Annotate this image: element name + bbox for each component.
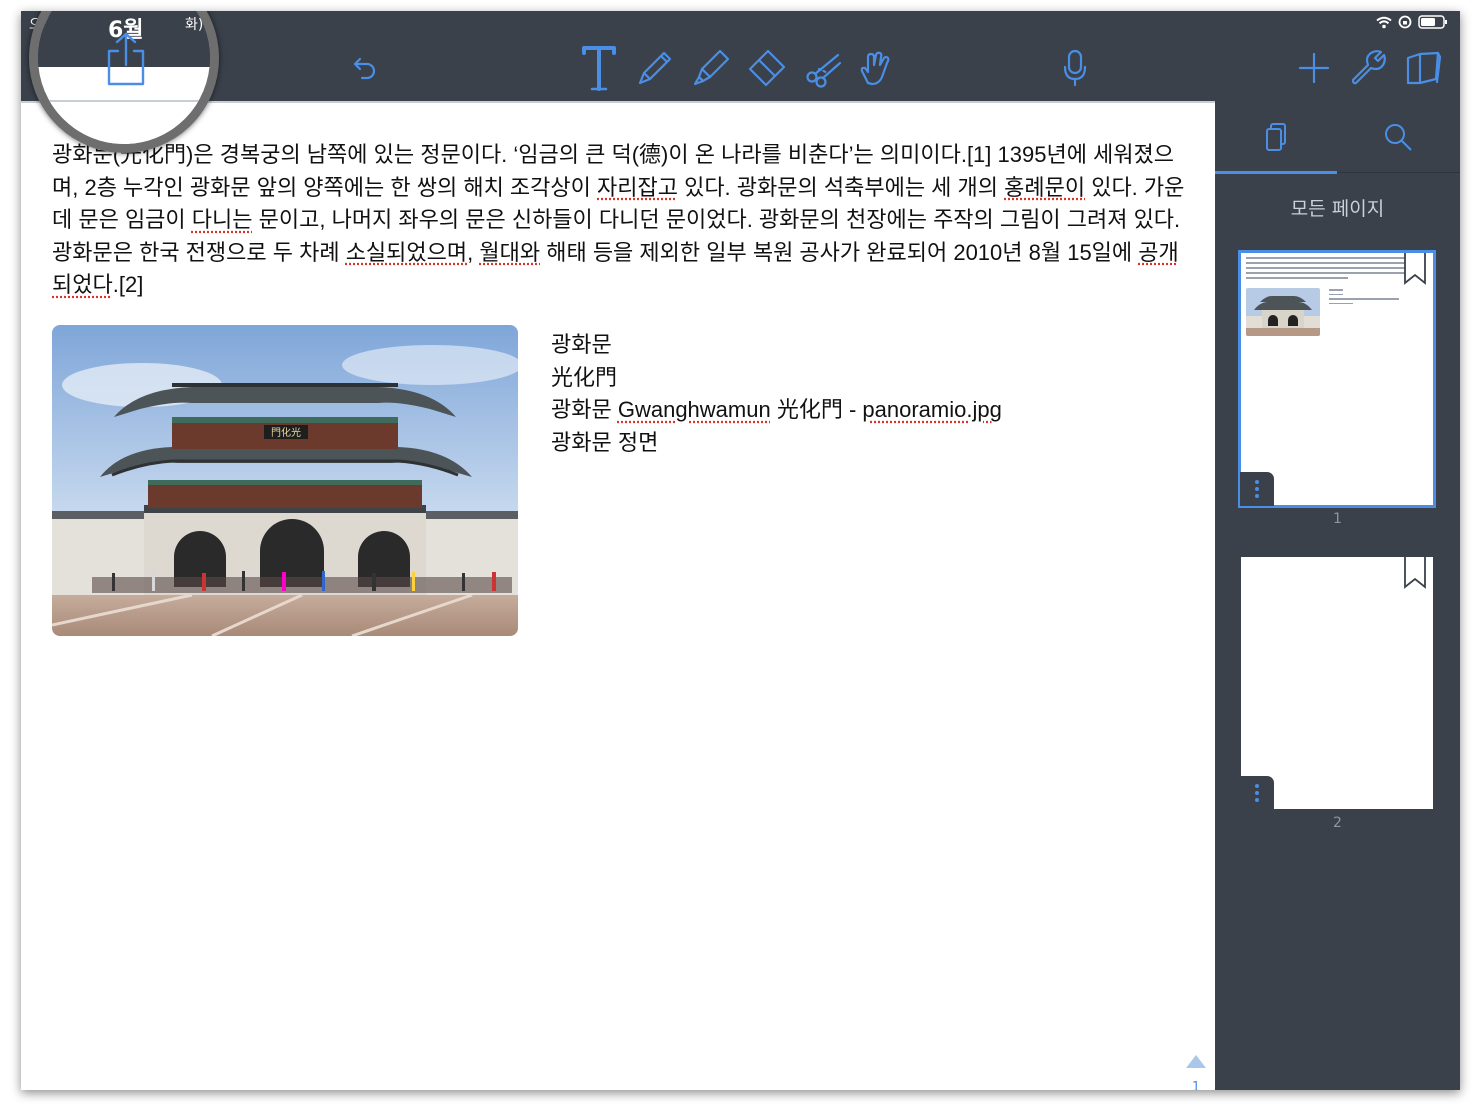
magnifier-divider bbox=[38, 100, 210, 102]
thumbnail-caption-preview bbox=[1329, 289, 1399, 307]
status-bar: 오후 bbox=[21, 11, 1460, 35]
ipad-screen: 오후 bbox=[21, 11, 1460, 1090]
caption-line-3: 광화문 Gwanghwamun 光化門 - panoramio.jpg bbox=[551, 394, 1002, 427]
thumbnail-menu-button[interactable] bbox=[1240, 776, 1274, 810]
book-icon bbox=[1406, 51, 1442, 85]
wifi-icon bbox=[1376, 16, 1392, 28]
share-icon bbox=[107, 32, 145, 86]
caption-line-3-word-a: Gwanghwamun bbox=[617, 397, 771, 422]
toolbar bbox=[21, 35, 1460, 101]
paragraph-text-run: 있다. 광화문의 석축부에는 세 개의 bbox=[677, 174, 1005, 200]
sidebar-toggle-button[interactable] bbox=[1401, 41, 1445, 95]
thumbnail-number-2: 2 bbox=[1333, 815, 1342, 831]
spellcheck-word: 자리잡고 bbox=[597, 174, 678, 200]
scissors-tool-button[interactable] bbox=[801, 41, 845, 95]
gwanghwamun-photo[interactable]: 門化光 bbox=[52, 325, 518, 636]
battery-icon bbox=[1418, 15, 1447, 29]
thumbnail-photo bbox=[1246, 288, 1320, 336]
highlighter-tool-icon bbox=[693, 49, 730, 86]
magnified-status-suffix: 화) bbox=[185, 17, 204, 33]
hand-tool-icon bbox=[860, 51, 890, 86]
document-paragraph[interactable]: 광화문(光化門)은 경복궁의 남쪽에 있는 정문이다. ‘임금의 큰 덕(德)이… bbox=[52, 139, 1192, 302]
page-current: 1 bbox=[1191, 1080, 1201, 1090]
pages-tab-icon bbox=[1266, 123, 1286, 151]
caption-line-1: 광화문 bbox=[551, 332, 612, 357]
tab-search[interactable] bbox=[1337, 101, 1459, 173]
thumbnail-menu-button[interactable] bbox=[1240, 472, 1274, 506]
highlighter-tool-button[interactable] bbox=[689, 41, 733, 95]
rotation-lock-icon bbox=[1398, 15, 1412, 29]
sidebar-tabs bbox=[1215, 101, 1460, 174]
caption-line-4: 광화문 정면 bbox=[551, 429, 659, 455]
wrench-icon bbox=[1351, 50, 1386, 85]
sidebar-title: 모든 페이지 bbox=[1290, 198, 1385, 220]
caption-line-3-word-b: panoramio.jpg bbox=[862, 397, 1002, 422]
undo-button[interactable] bbox=[343, 41, 387, 95]
pen-tool-icon bbox=[638, 51, 672, 85]
text-tool-icon bbox=[582, 46, 616, 91]
spellcheck-word: 홍례문이 bbox=[1004, 174, 1086, 200]
spellcheck-word: 소실되었으며 bbox=[345, 239, 468, 265]
hand-tool-button[interactable] bbox=[853, 41, 897, 95]
tab-pages[interactable] bbox=[1215, 101, 1337, 173]
text-tool-button[interactable] bbox=[579, 41, 619, 95]
caption-line-3-prefix: 광화문 bbox=[551, 397, 618, 422]
page-thumbnail-1[interactable] bbox=[1238, 250, 1436, 508]
photo-caption[interactable]: 광화문 光化門 광화문 Gwanghwamun 光化門 - panoramio.… bbox=[551, 329, 1002, 459]
eraser-tool-icon bbox=[748, 49, 786, 87]
share-button[interactable] bbox=[100, 30, 152, 88]
eraser-tool-button[interactable] bbox=[745, 41, 789, 95]
spellcheck-word: 월대와 bbox=[479, 239, 541, 265]
thumbnail-number-1: 1 bbox=[1333, 511, 1342, 527]
undo-icon bbox=[353, 57, 376, 80]
caption-line-2: 光化門 bbox=[551, 364, 618, 390]
bookmark-icon[interactable] bbox=[1403, 557, 1427, 589]
svg-text:門化光: 門化光 bbox=[271, 426, 301, 439]
bookmark-icon[interactable] bbox=[1403, 253, 1427, 285]
page-sidebar: 모든 페이지 1 2 bbox=[1215, 101, 1460, 1090]
page-indicator: 1 2 bbox=[1185, 1055, 1207, 1090]
paragraph-text-run: , bbox=[467, 239, 480, 265]
page-thumbnail-2[interactable] bbox=[1240, 557, 1433, 810]
scissors-tool-icon bbox=[806, 53, 842, 88]
status-icons bbox=[1376, 15, 1448, 29]
settings-button[interactable] bbox=[1347, 41, 1389, 95]
paragraph-text-run: 해태 등을 제외한 일부 복원 공사가 완료되어 2010년 8월 15일에 bbox=[540, 239, 1139, 265]
spellcheck-word: 다니는 bbox=[191, 207, 253, 232]
add-icon bbox=[1298, 52, 1330, 84]
microphone-icon bbox=[1063, 49, 1087, 87]
pen-tool-button[interactable] bbox=[633, 41, 677, 95]
paragraph-text-run: .[2] bbox=[112, 272, 144, 297]
active-tab-indicator bbox=[1215, 171, 1337, 174]
page-up-arrow[interactable] bbox=[1186, 1055, 1206, 1068]
document-page[interactable]: 광화문(光化門)은 경복궁의 남쪽에 있는 정문이다. ‘임금의 큰 덕(德)이… bbox=[21, 103, 1215, 1090]
caption-line-3-mid: 光化門 - bbox=[770, 397, 863, 422]
microphone-button[interactable] bbox=[1053, 41, 1097, 95]
thumbnail-text-preview bbox=[1246, 257, 1416, 282]
add-button[interactable] bbox=[1293, 41, 1335, 95]
search-tab-icon bbox=[1385, 124, 1412, 151]
